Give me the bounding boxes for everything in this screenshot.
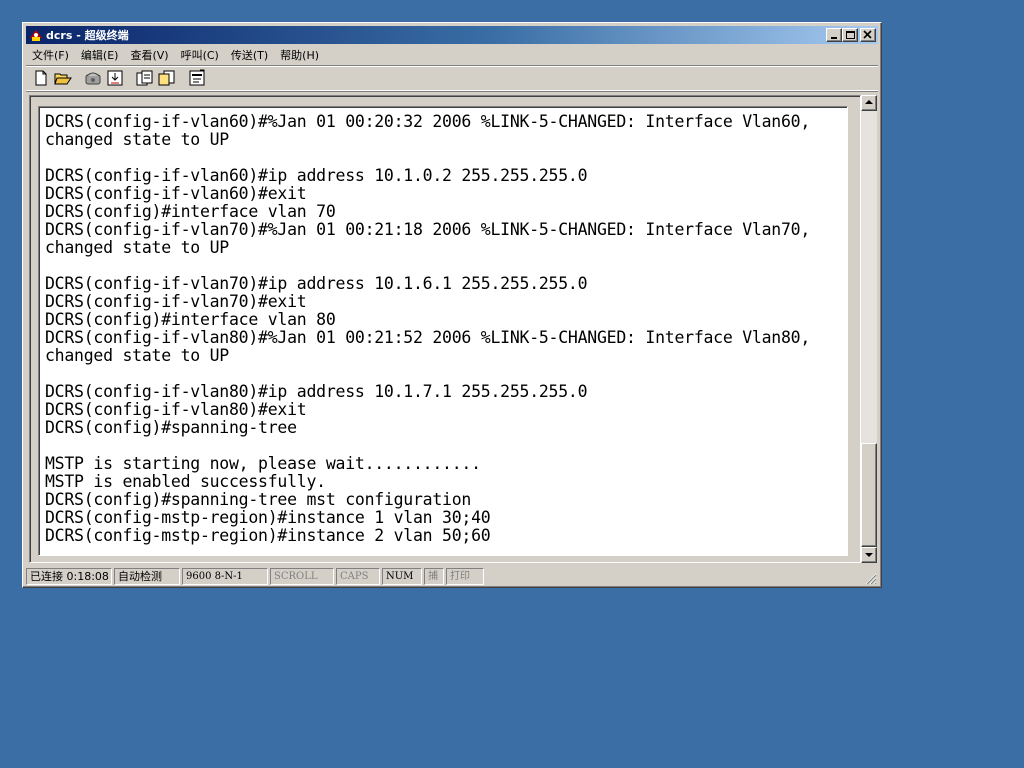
menu-transfer[interactable]: 传送(T)	[225, 47, 274, 63]
maximize-icon	[846, 31, 855, 39]
resize-grip-icon[interactable]	[864, 572, 877, 585]
terminal-line: DCRS(config-if-vlan70)#ip address 10.1.6…	[45, 274, 588, 293]
call-button[interactable]	[82, 68, 104, 88]
arrow-up-icon	[865, 100, 873, 104]
maximize-button[interactable]	[842, 28, 858, 42]
open-button[interactable]	[52, 68, 74, 88]
terminal-client-area: DCRS(config-if-vlan60)#%Jan 01 00:20:32 …	[29, 95, 861, 563]
terminal-screen[interactable]: DCRS(config-if-vlan60)#%Jan 01 00:20:32 …	[38, 106, 848, 556]
terminal-line: DCRS(config-if-vlan60)#ip address 10.1.0…	[45, 166, 588, 185]
disconnect-button[interactable]	[104, 68, 126, 88]
app-icon	[30, 30, 42, 41]
menu-edit[interactable]: 编辑(E)	[75, 47, 125, 63]
menu-view[interactable]: 查看(V)	[124, 47, 174, 63]
properties-button[interactable]	[186, 68, 208, 88]
terminal-line: MSTP is starting now, please wait.......…	[45, 454, 481, 473]
terminal-line: changed state to UP	[45, 238, 229, 257]
minimize-icon	[831, 37, 837, 39]
menu-bar: 文件(F) 编辑(E) 查看(V) 呼叫(C) 传送(T) 帮助(H)	[26, 45, 878, 64]
terminal-line: DCRS(config-mstp-region)#instance 1 vlan…	[45, 508, 491, 527]
terminal-line: DCRS(config-if-vlan60)#%Jan 01 00:20:32 …	[45, 112, 811, 131]
arrow-down-icon	[865, 553, 873, 557]
close-icon	[863, 30, 872, 39]
properties-icon	[189, 69, 205, 86]
menu-call[interactable]: 呼叫(C)	[175, 47, 225, 63]
terminal-line: changed state to UP	[45, 346, 229, 365]
status-detect: 自动检测	[114, 567, 180, 585]
terminal-line: DCRS(config)#spanning-tree mst configura…	[45, 490, 472, 509]
menu-help[interactable]: 帮助(H)	[274, 47, 325, 63]
open-icon	[54, 73, 72, 85]
status-caps: CAPS	[336, 567, 380, 585]
minimize-button[interactable]	[826, 28, 842, 42]
send-icon	[136, 70, 153, 86]
terminal-line: DCRS(config)#interface vlan 80	[45, 310, 336, 329]
new-icon	[35, 70, 47, 86]
vertical-scrollbar[interactable]	[861, 95, 877, 563]
terminal-line: DCRS(config-if-vlan80)#exit	[45, 400, 307, 419]
close-button[interactable]	[860, 28, 876, 42]
new-button[interactable]	[30, 68, 52, 88]
terminal-line: DCRS(config-if-vlan60)#exit	[45, 184, 307, 203]
status-scroll: SCROLL	[270, 567, 334, 585]
terminal-line: DCRS(config-mstp-region)#instance 2 vlan…	[45, 526, 491, 545]
terminal-line: DCRS(config-if-vlan70)#%Jan 01 00:21:18 …	[45, 220, 811, 239]
terminal-line: changed state to UP	[45, 130, 229, 149]
receive-icon	[158, 70, 175, 86]
title-bar[interactable]: dcrs - 超级终端	[26, 26, 878, 44]
terminal-output: DCRS(config-if-vlan60)#%Jan 01 00:20:32 …	[45, 113, 810, 545]
window-title: dcrs - 超级终端	[46, 29, 129, 42]
status-bar: 已连接 0:18:08 自动检测 9600 8-N-1 SCROLL CAPS …	[26, 566, 878, 586]
status-params: 9600 8-N-1	[182, 567, 268, 585]
terminal-line: DCRS(config-if-vlan70)#exit	[45, 292, 307, 311]
terminal-line: DCRS(config-if-vlan80)#%Jan 01 00:21:52 …	[45, 328, 811, 347]
phone-icon	[85, 72, 101, 85]
toolbar	[26, 65, 878, 91]
hyperterminal-window: dcrs - 超级终端 文件(F) 编辑(E) 查看(V) 呼叫(C) 传送(T…	[22, 22, 882, 588]
menu-file[interactable]: 文件(F)	[26, 47, 75, 63]
terminal-line: DCRS(config)#interface vlan 70	[45, 202, 336, 221]
status-connected: 已连接 0:18:08	[26, 567, 112, 585]
scroll-thumb[interactable]	[861, 443, 877, 547]
terminal-line: DCRS(config-if-vlan80)#ip address 10.1.7…	[45, 382, 588, 401]
scroll-up-button[interactable]	[861, 95, 877, 111]
disconnect-icon	[107, 70, 123, 86]
status-capture: 捕	[424, 567, 444, 585]
receive-button[interactable]	[156, 68, 178, 88]
status-print: 打印	[446, 567, 484, 585]
status-num: NUM	[382, 567, 422, 585]
terminal-line: MSTP is enabled successfully.	[45, 472, 326, 491]
send-button[interactable]	[134, 68, 156, 88]
scroll-down-button[interactable]	[861, 547, 877, 563]
terminal-line: DCRS(config)#spanning-tree	[45, 418, 297, 437]
